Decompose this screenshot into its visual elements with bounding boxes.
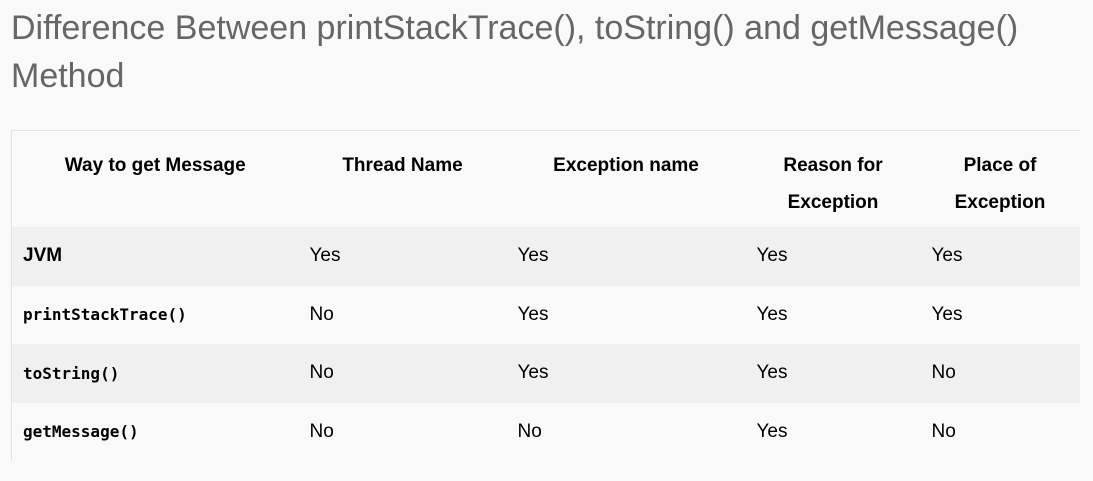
page-title: Difference Between printStackTrace(), to… (11, 9, 1019, 95)
table-row: printStackTrace() No Yes Yes Yes (11, 285, 1080, 344)
place-cell: Yes (931, 303, 963, 325)
table-row: toString() No Yes Yes No (11, 344, 1080, 403)
method-cell: getMessage() (11, 402, 299, 461)
reason-cell: Yes (756, 420, 788, 442)
thread-name-cell: Yes (309, 245, 341, 267)
reason-cell: Yes (756, 245, 788, 267)
place-cell: No (931, 362, 956, 384)
comparison-table: Way to get Message Thread Name Exception… (11, 130, 1080, 461)
reason-cell: Yes (756, 303, 788, 325)
thread-name-cell: No (309, 420, 334, 442)
header-reason-for-exception: Reason for Exception (745, 130, 921, 227)
exception-name-cell: Yes (517, 362, 549, 384)
header-row: Way to get Message Thread Name Exception… (11, 130, 1080, 227)
thread-name-cell: No (309, 303, 334, 325)
thread-name-cell: No (309, 362, 334, 384)
method-cell: printStackTrace() (11, 285, 299, 344)
header-way-to-get-message: Way to get Message (11, 130, 299, 227)
place-cell: No (931, 420, 956, 442)
method-cell: toString() (11, 344, 299, 403)
place-cell: Yes (931, 245, 963, 267)
exception-name-cell: Yes (517, 303, 549, 325)
exception-name-cell: No (517, 420, 542, 442)
table-row: JVM Yes Yes Yes Yes (11, 227, 1080, 286)
reason-cell: Yes (756, 362, 788, 384)
header-thread-name: Thread Name (298, 130, 507, 227)
header-place-of-exception: Place of Exception (920, 130, 1080, 227)
exception-name-cell: Yes (517, 245, 549, 267)
table-row: getMessage() No No Yes No (11, 402, 1080, 461)
method-cell: JVM (11, 227, 299, 286)
header-exception-name: Exception name (506, 130, 746, 227)
